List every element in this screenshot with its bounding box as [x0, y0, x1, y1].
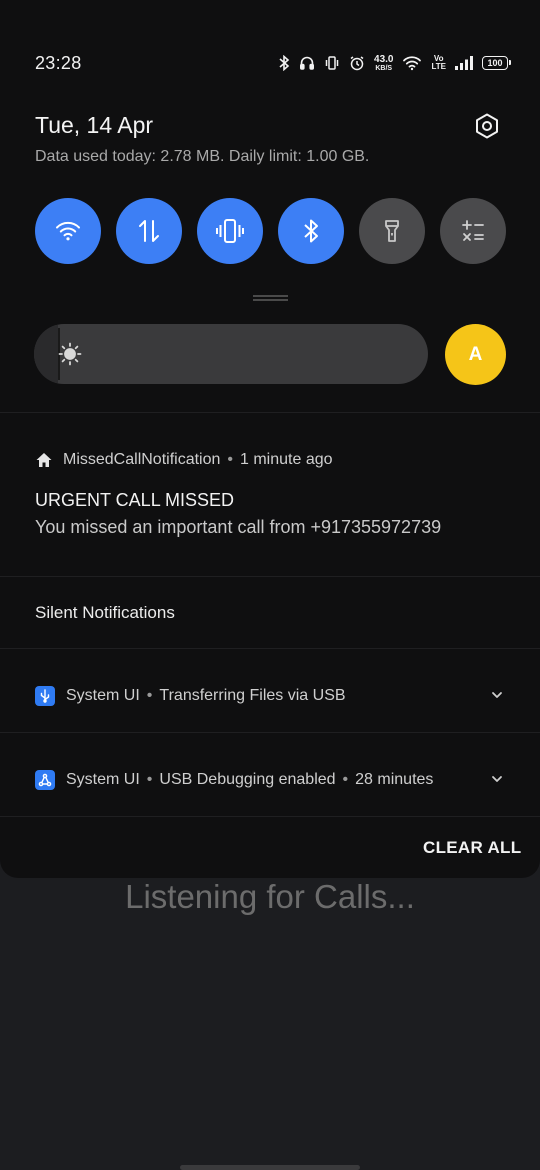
- network-speed-value: 43.0: [374, 53, 394, 65]
- separator: •: [146, 771, 153, 788]
- settings-button[interactable]: [471, 110, 503, 142]
- home-icon: [36, 453, 52, 467]
- data-usage-text: Data used today: 2.78 MB. Daily limit: 1…: [35, 148, 370, 165]
- notification-time: 1 minute ago: [240, 451, 333, 468]
- chevron-down-icon[interactable]: [490, 772, 504, 786]
- signal-icon: [455, 56, 473, 70]
- tile-mobile-data[interactable]: [116, 198, 182, 264]
- network-speed-unit: KB/S: [375, 64, 393, 72]
- tile-wifi[interactable]: [35, 198, 101, 264]
- separator: •: [227, 451, 233, 468]
- wifi-icon: [403, 56, 422, 71]
- volte-bottom: LTE: [431, 62, 446, 71]
- status-bar: 23:28 43.0 KB/S Vo LTE 100: [0, 0, 540, 100]
- notification-app-name: MissedCallNotification: [63, 451, 221, 468]
- battery-icon: 100: [482, 56, 511, 70]
- bluetooth-icon: [279, 55, 290, 71]
- tile-calculator[interactable]: [440, 198, 506, 264]
- divider: [0, 816, 540, 817]
- quick-settings-tiles: [35, 198, 506, 264]
- separator: •: [342, 771, 349, 788]
- date-label: Tue, 14 Apr: [35, 112, 154, 138]
- divider: [0, 412, 540, 413]
- divider: [0, 732, 540, 733]
- vibrate-icon: [216, 219, 244, 243]
- clock: 23:28: [35, 53, 82, 73]
- wifi-icon: [56, 221, 80, 241]
- tile-flashlight[interactable]: [359, 198, 425, 264]
- tile-vibrate[interactable]: [197, 198, 263, 264]
- volte-indicator: Vo LTE: [431, 55, 446, 71]
- drag-handle[interactable]: [253, 295, 288, 301]
- calculator-icon: [462, 220, 484, 241]
- silent-notification-usb[interactable]: System UI • Transferring Files via USB: [35, 684, 506, 708]
- row-app-name: System UI: [66, 771, 140, 788]
- vibrate-icon: [325, 56, 339, 70]
- bluetooth-icon: [304, 219, 318, 243]
- brightness-fill: [34, 324, 58, 384]
- home-indicator[interactable]: [180, 1165, 360, 1170]
- notification-title[interactable]: URGENT CALL MISSED: [35, 490, 234, 511]
- row-app-name: System UI: [66, 687, 140, 704]
- brightness-icon: [58, 342, 82, 366]
- row-time: 28 minutes: [355, 771, 434, 788]
- silent-notification-debugging[interactable]: System UI • USB Debugging enabled • 28 m…: [35, 768, 506, 792]
- separator: •: [146, 687, 153, 704]
- auto-brightness-button[interactable]: A: [445, 324, 506, 385]
- network-speed: 43.0 KB/S: [374, 53, 394, 72]
- headset-icon: [300, 56, 315, 70]
- status-icons: 43.0 KB/S Vo LTE 100: [278, 50, 511, 76]
- flashlight-icon: [385, 220, 399, 242]
- gear-icon: [476, 113, 498, 139]
- listening-status-text: Listening for Calls...: [125, 878, 415, 915]
- notification-body[interactable]: You missed an important call from +91735…: [35, 517, 441, 538]
- brightness-slider[interactable]: [34, 324, 428, 384]
- chevron-down-icon[interactable]: [490, 688, 504, 702]
- row-text: USB Debugging enabled: [159, 771, 336, 788]
- row-text: Transferring Files via USB: [159, 687, 346, 704]
- alarm-icon: [350, 56, 364, 71]
- divider: [0, 576, 540, 577]
- clear-all-button[interactable]: CLEAR ALL: [423, 838, 521, 858]
- divider: [0, 648, 540, 649]
- debug-icon: [35, 770, 55, 790]
- usb-icon: [35, 686, 55, 706]
- mobile-data-icon: [139, 220, 159, 242]
- tile-bluetooth[interactable]: [278, 198, 344, 264]
- notification-header[interactable]: MissedCallNotification • 1 minute ago: [35, 451, 333, 469]
- silent-notifications-label: Silent Notifications: [35, 603, 175, 622]
